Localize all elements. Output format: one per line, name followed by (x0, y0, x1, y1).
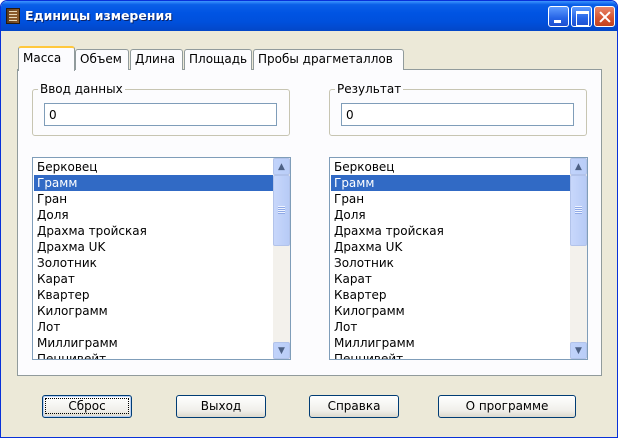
tab-panel-mass: Ввод данных Результат БерковецГраммГранД… (17, 69, 602, 376)
list-item[interactable]: Драхма тройская (34, 223, 274, 239)
list-item[interactable]: Гран (34, 191, 274, 207)
list-item[interactable]: Золотник (331, 255, 571, 271)
input-group-label: Ввод данных (38, 82, 125, 96)
list-item[interactable]: Грамм (331, 175, 571, 191)
list-item[interactable]: Миллиграмм (331, 335, 571, 351)
grip-icon (278, 206, 285, 214)
tab-mass[interactable]: Масса (18, 46, 75, 71)
tab-precious-metal-grades[interactable]: Пробы драгметаллов (253, 49, 404, 70)
title-bar[interactable]: Единицы измерения (1, 1, 617, 31)
list-item[interactable]: Берковец (331, 159, 571, 175)
list-item[interactable]: Карат (34, 271, 274, 287)
tab-area[interactable]: Площадь (184, 49, 252, 70)
reset-button[interactable]: Сброс (42, 395, 132, 418)
list-item[interactable]: Золотник (34, 255, 274, 271)
help-button[interactable]: Справка (309, 395, 399, 418)
list-item[interactable]: Пеннивейт (331, 351, 571, 359)
about-button[interactable]: О программе (438, 395, 576, 418)
result-value-field[interactable] (341, 103, 574, 126)
result-group-label: Результат (335, 82, 404, 96)
exit-button[interactable]: Выход (176, 395, 266, 418)
list-item[interactable]: Доля (331, 207, 571, 223)
window-title: Единицы измерения (25, 8, 173, 23)
scroll-thumb[interactable] (570, 175, 587, 246)
scroll-up-button[interactable]: ▲ (570, 158, 587, 175)
list-item[interactable]: Миллиграмм (34, 335, 274, 351)
target-unit-list[interactable]: Берковец Грамм Гран Доля Драхма тройская Драх… (329, 157, 588, 360)
scroll-thumb[interactable] (273, 175, 290, 246)
list-item[interactable]: Драхма тройская (331, 223, 571, 239)
scroll-up-button[interactable]: ▲ (273, 158, 290, 175)
scroll-down-button[interactable]: ▼ (570, 342, 587, 359)
scroll-down-button[interactable]: ▼ (273, 342, 290, 359)
list-item[interactable]: Грамм (34, 175, 274, 191)
source-unit-items: Берковец Грамм Гран Доля Драхма тройская Драх… (34, 159, 274, 359)
list-item[interactable]: Берковец (34, 159, 274, 175)
chevron-up-icon: ▲ (575, 161, 582, 172)
list-item[interactable]: Карат (331, 271, 571, 287)
list-item[interactable]: Гран (331, 191, 571, 207)
close-button[interactable] (594, 6, 615, 27)
target-unit-items: Берковец Грамм Гран Доля Драхма тройская Драх… (331, 159, 571, 359)
input-value-field[interactable] (44, 103, 277, 126)
source-list-scrollbar[interactable]: ▲ ▼ (273, 158, 290, 359)
list-item[interactable]: Квартер (34, 287, 274, 303)
reset-button-label: Сброс (45, 398, 129, 414)
result-groupbox: Результат (329, 82, 587, 136)
target-list-scrollbar[interactable]: ▲ ▼ (570, 158, 587, 359)
list-item[interactable]: Лот (331, 319, 571, 335)
list-item[interactable]: Квартер (331, 287, 571, 303)
grip-icon (575, 206, 582, 214)
abacus-icon[interactable] (6, 8, 20, 24)
input-groupbox: Ввод данных (32, 82, 290, 136)
app-window: Единицы измерения Ввод данных Результат … (0, 0, 618, 438)
tab-length[interactable]: Длина (130, 49, 183, 70)
chevron-down-icon: ▼ (278, 345, 285, 356)
tab-volume[interactable]: Объем (75, 49, 129, 70)
list-item[interactable]: Килограмм (331, 303, 571, 319)
source-unit-list[interactable]: Берковец Грамм Гран Доля Драхма тройская Драх… (32, 157, 291, 360)
minimize-button[interactable] (548, 6, 569, 27)
list-item[interactable]: Драхма UK (34, 239, 274, 255)
list-item[interactable]: Драхма UK (331, 239, 571, 255)
list-item[interactable]: Лот (34, 319, 274, 335)
list-item[interactable]: Доля (34, 207, 274, 223)
chevron-up-icon: ▲ (278, 161, 285, 172)
chevron-down-icon: ▼ (575, 345, 582, 356)
list-item[interactable]: Килограмм (34, 303, 274, 319)
list-item[interactable]: Пеннивейт (34, 351, 274, 359)
maximize-button[interactable] (571, 6, 592, 27)
